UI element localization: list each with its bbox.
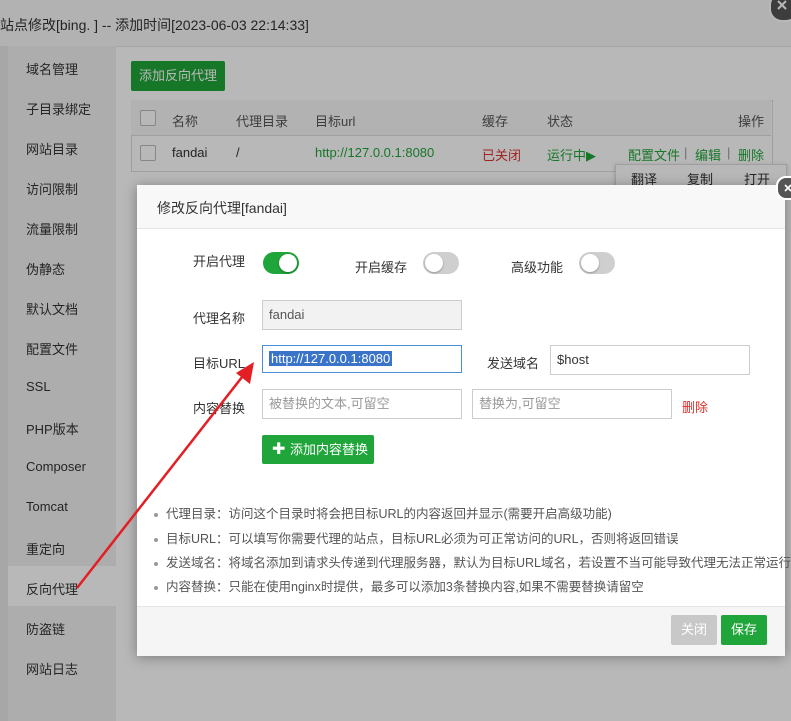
annotation-arrow-icon — [76, 362, 254, 589]
